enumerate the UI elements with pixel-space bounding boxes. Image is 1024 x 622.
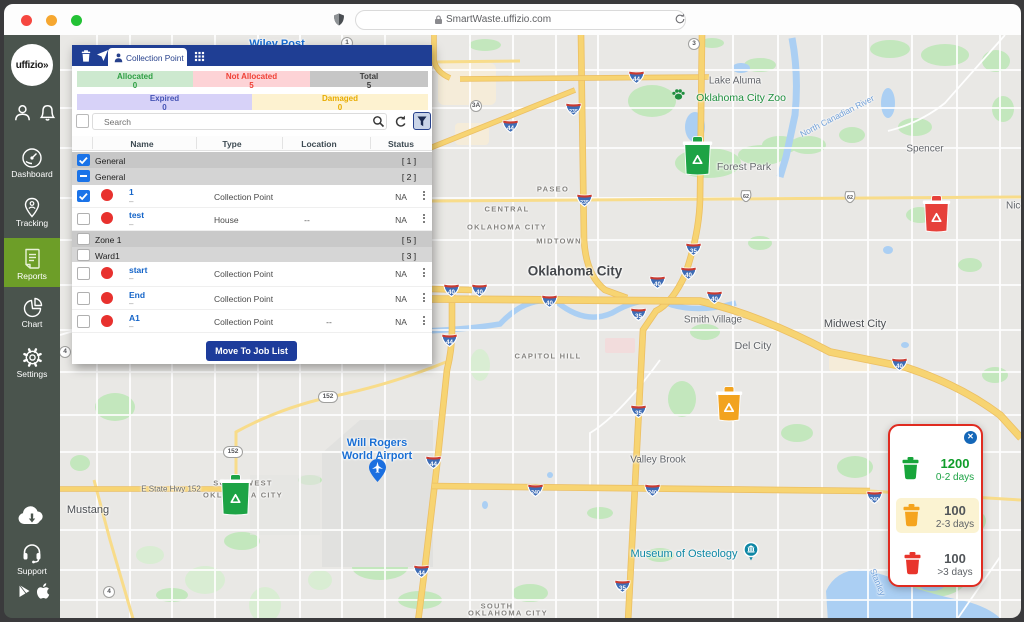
svg-text:235: 235	[569, 109, 578, 115]
svg-text:35: 35	[619, 585, 626, 592]
svg-text:44: 44	[430, 461, 437, 468]
svg-text:40: 40	[476, 289, 483, 296]
svg-text:40: 40	[654, 281, 661, 288]
svg-text:240: 240	[870, 497, 879, 503]
svg-text:35: 35	[635, 313, 642, 320]
svg-text:44: 44	[633, 76, 640, 83]
svg-text:62: 62	[743, 194, 749, 200]
svg-text:40: 40	[685, 272, 692, 279]
svg-text:44: 44	[507, 125, 514, 132]
svg-text:235: 235	[580, 200, 589, 206]
svg-text:44: 44	[418, 570, 425, 577]
svg-text:40: 40	[896, 363, 903, 370]
svg-text:44: 44	[446, 339, 453, 346]
svg-text:40: 40	[546, 300, 553, 307]
svg-text:62: 62	[847, 195, 853, 201]
svg-text:40: 40	[711, 296, 718, 303]
svg-text:240: 240	[648, 490, 657, 496]
svg-text:35: 35	[635, 410, 642, 417]
svg-text:40: 40	[448, 289, 455, 296]
svg-text:240: 240	[531, 490, 540, 496]
svg-text:35: 35	[690, 248, 697, 255]
